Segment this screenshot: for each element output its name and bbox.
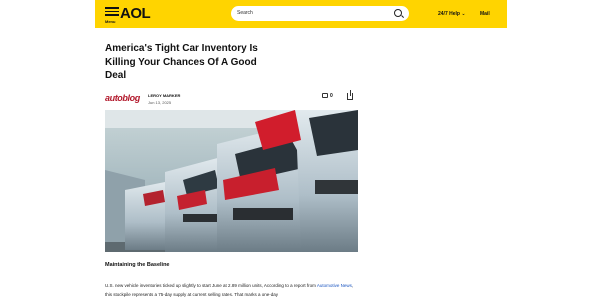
publish-date: Jun 13, 2025 <box>148 100 172 105</box>
menu-label: Menu <box>105 19 116 24</box>
menu-icon-bar <box>105 10 119 12</box>
top-bar: Menu AOL Search 24/7 Help ⌄ Mail <box>95 0 507 28</box>
source-logo[interactable]: autoblog <box>105 93 140 103</box>
automotive-news-link[interactable]: Automotive News <box>317 283 352 288</box>
chevron-down-icon: ⌄ <box>461 11 466 17</box>
comments-button[interactable]: 0 <box>322 93 336 101</box>
menu-icon <box>105 7 119 9</box>
author-name[interactable]: LEROY MARKER <box>148 93 180 98</box>
comments-count: 0 <box>330 93 333 99</box>
help-label: 24/7 Help <box>438 11 460 17</box>
section-heading: Maintaining the Baseline <box>105 262 170 268</box>
mail-link[interactable]: Mail <box>480 11 490 17</box>
article-title: America's Tight Car Inventory Is Killing… <box>105 43 258 81</box>
help-link[interactable]: 24/7 Help ⌄ <box>438 11 466 17</box>
article-paragraph: U.S. new vehicle inventories ticked up s… <box>105 281 355 299</box>
search-input[interactable]: Search <box>231 6 409 21</box>
search-icon[interactable] <box>394 9 402 17</box>
menu-icon-bar <box>105 14 119 16</box>
search-placeholder: Search <box>237 10 253 16</box>
aol-logo[interactable]: AOL <box>120 5 151 22</box>
menu-button[interactable] <box>105 7 119 18</box>
paragraph-text: U.S. new vehicle inventories ticked up s… <box>105 283 316 288</box>
hero-image <box>105 110 358 252</box>
hero-image-graphic <box>105 110 358 252</box>
share-icon[interactable] <box>347 90 353 100</box>
comment-icon <box>322 93 328 98</box>
